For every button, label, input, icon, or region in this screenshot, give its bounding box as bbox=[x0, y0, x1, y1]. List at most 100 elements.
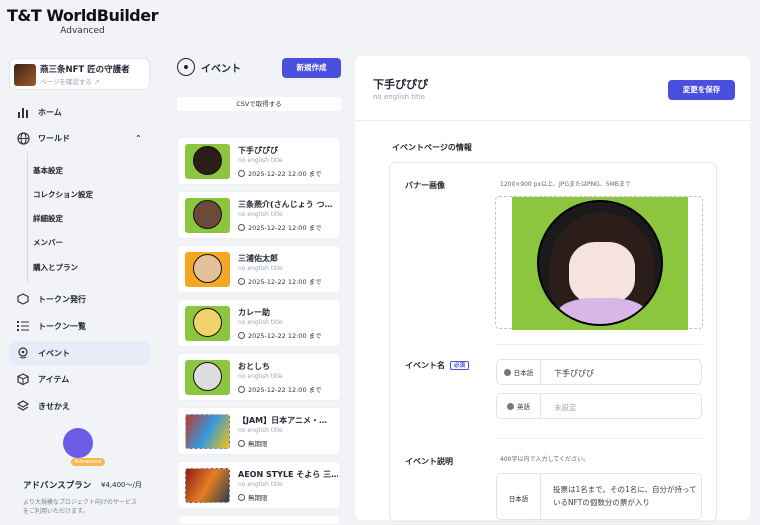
event-description-label: イベント説明 bbox=[405, 457, 453, 466]
event-name: 下手ぴぴぴ bbox=[238, 146, 278, 155]
banner-image bbox=[512, 197, 688, 330]
event-english-title: no english title bbox=[238, 319, 283, 326]
divider bbox=[495, 438, 703, 439]
banner-upload-area[interactable] bbox=[495, 196, 703, 330]
divider bbox=[495, 344, 703, 345]
clock-icon bbox=[238, 385, 245, 393]
promo-title: アドバンスプラン bbox=[23, 481, 92, 491]
list-icon bbox=[16, 319, 30, 333]
event-card[interactable] bbox=[177, 515, 341, 525]
event-thumbnail bbox=[185, 198, 230, 233]
plan-logo-icon bbox=[63, 428, 93, 458]
event-english-title: no english title bbox=[238, 481, 283, 488]
clock-icon bbox=[238, 493, 245, 501]
event-name: おとしち bbox=[238, 362, 270, 371]
sidebar-item-token-issue[interactable]: トークン発行 bbox=[9, 287, 150, 311]
event-card[interactable]: 【JAM】日本アニメ・… no english title 無期限 bbox=[177, 407, 341, 455]
project-page-link[interactable]: ページを確認する ↗ bbox=[40, 76, 99, 86]
event-name: 三条燕介(さんじょう つ… bbox=[238, 200, 333, 209]
event-english-title: no english title bbox=[238, 265, 283, 272]
event-description-field[interactable]: 日本語 投票は1名まで。その1名に、自分が持っているNFTの個数分の票が入り bbox=[496, 473, 702, 521]
pin-icon bbox=[177, 58, 195, 76]
event-card[interactable]: おとしち no english title 2025-12-22 12:00 ま… bbox=[177, 353, 341, 401]
event-thumbnail bbox=[185, 360, 230, 395]
event-card[interactable]: 三条燕介(さんじょう つ… no english title 2025-12-2… bbox=[177, 191, 341, 239]
globe-icon bbox=[507, 402, 514, 410]
app-logo: T&T WorldBuilder Advanced bbox=[0, 0, 165, 44]
event-english-title: no english title bbox=[238, 157, 283, 164]
event-deadline: 2025-12-22 12:00 まで bbox=[248, 278, 322, 286]
event-name-en-placeholder: 未設定 bbox=[554, 403, 577, 412]
promo-price: ¥4,400〜/月 bbox=[101, 481, 142, 489]
event-deadline: 2025-12-22 12:00 まで bbox=[248, 170, 322, 178]
project-card[interactable]: 燕三条NFT 匠の守護者 ページを確認する ↗ bbox=[9, 58, 150, 90]
event-name: AEON STYLE そよら 三… bbox=[238, 470, 338, 479]
event-thumbnail bbox=[185, 252, 230, 287]
layers-icon bbox=[16, 399, 30, 413]
event-name: 三浦佑太郎 bbox=[238, 254, 278, 263]
sidebar-item-dressup[interactable]: きせかえ bbox=[9, 394, 150, 418]
globe-icon bbox=[503, 368, 511, 376]
project-name: 燕三条NFT 匠の守護者 bbox=[40, 65, 130, 75]
csv-export-button[interactable]: CSVで取得する bbox=[177, 97, 341, 111]
lang-label: 日本語 bbox=[508, 494, 529, 503]
event-card[interactable]: 三浦佑太郎 no english title 2025-12-22 12:00 … bbox=[177, 245, 341, 293]
event-name: カレー助 bbox=[238, 308, 270, 317]
event-card[interactable]: カレー助 no english title 2025-12-22 12:00 ま… bbox=[177, 299, 341, 347]
required-badge: 必須 bbox=[450, 361, 470, 370]
hexagon-icon bbox=[16, 292, 30, 306]
event-english-title: no english title bbox=[238, 427, 283, 434]
event-list-title: イベント bbox=[177, 58, 241, 76]
event-list-header: イベント 新規作成 CSVで取得する bbox=[165, 44, 345, 124]
edition-label: Advanced bbox=[60, 26, 105, 36]
clock-icon bbox=[238, 169, 245, 177]
sidebar-sub-basic[interactable]: 基本設定 bbox=[33, 165, 63, 176]
event-name-en-field[interactable]: 英語 未設定 bbox=[496, 393, 702, 419]
sidebar-sub-members[interactable]: メンバー bbox=[33, 237, 63, 248]
event-card[interactable]: AEON STYLE そよら 三… no english title 無期限 bbox=[177, 461, 341, 509]
promo-illustration: Advanced bbox=[39, 422, 119, 470]
project-thumbnail bbox=[14, 64, 36, 86]
description-hint: 400字以内で入力してください。 bbox=[500, 456, 590, 463]
event-name-label: イベント名 必須 bbox=[405, 360, 470, 371]
submenu-line bbox=[27, 153, 28, 283]
sidebar-sub-collection[interactable]: コレクション設定 bbox=[33, 189, 93, 200]
event-name-ja-field[interactable]: 日本語 下手ぴぴぴ bbox=[496, 359, 702, 385]
clock-icon bbox=[238, 331, 245, 339]
pin-icon bbox=[16, 346, 30, 360]
event-card[interactable]: 下手ぴぴぴ no english title 2025-12-22 12:00 … bbox=[177, 137, 341, 185]
banner-hint: 1200×900 px以上、JPGまたはPNG、5MBまで bbox=[500, 181, 631, 188]
event-deadline: 2025-12-22 12:00 まで bbox=[248, 224, 322, 232]
sidebar-sub-detail[interactable]: 詳細設定 bbox=[33, 213, 63, 224]
event-english-title: no english title bbox=[238, 211, 283, 218]
event-name-ja-value: 下手ぴぴぴ bbox=[554, 369, 594, 378]
sidebar-item-world[interactable]: ワールド ⌃ bbox=[9, 126, 150, 150]
event-deadline: 2025-12-22 12:00 まで bbox=[248, 386, 322, 394]
sidebar-item-item[interactable]: アイテム bbox=[9, 367, 150, 391]
event-deadline: 2025-12-22 12:00 まで bbox=[248, 332, 322, 340]
clock-icon bbox=[238, 277, 245, 285]
event-name: 【JAM】日本アニメ・… bbox=[238, 416, 327, 425]
event-thumbnail bbox=[185, 468, 230, 503]
new-event-button[interactable]: 新規作成 bbox=[282, 58, 341, 78]
lang-label: 日本語 bbox=[513, 369, 534, 377]
sidebar-item-event[interactable]: イベント bbox=[9, 341, 150, 365]
event-deadline: 無期限 bbox=[248, 494, 268, 502]
advanced-badge: Advanced bbox=[71, 458, 105, 466]
lang-label: 英語 bbox=[517, 403, 530, 411]
banner-label: バナー画像 bbox=[405, 181, 445, 190]
clock-icon bbox=[238, 223, 245, 231]
chevron-up-icon[interactable]: ⌃ bbox=[135, 134, 142, 143]
event-description-value: 投票は1名まで。その1名に、自分が持っているNFTの個数分の票が入り bbox=[553, 485, 697, 507]
sidebar-item-home[interactable]: ホーム bbox=[9, 100, 150, 124]
clock-icon bbox=[238, 439, 245, 447]
logo-text: T&T WorldBuilder bbox=[7, 6, 159, 25]
sidebar-sub-purchase[interactable]: 購入とプラン bbox=[33, 262, 78, 273]
event-form: バナー画像 1200×900 px以上、JPGまたはPNG、5MBまで イベント… bbox=[355, 56, 750, 521]
event-deadline: 無期限 bbox=[248, 440, 268, 448]
advanced-plan-promo[interactable]: Advanced アドバンスプラン ¥4,400〜/月 より大規模なプロジェクト… bbox=[9, 422, 150, 522]
bar-chart-icon bbox=[16, 105, 30, 119]
sidebar-item-token-list[interactable]: トークン一覧 bbox=[9, 314, 150, 338]
sidebar: 燕三条NFT 匠の守護者 ページを確認する ↗ ホーム ワールド ⌃ 基本設定 … bbox=[0, 44, 165, 520]
event-english-title: no english title bbox=[238, 373, 283, 380]
